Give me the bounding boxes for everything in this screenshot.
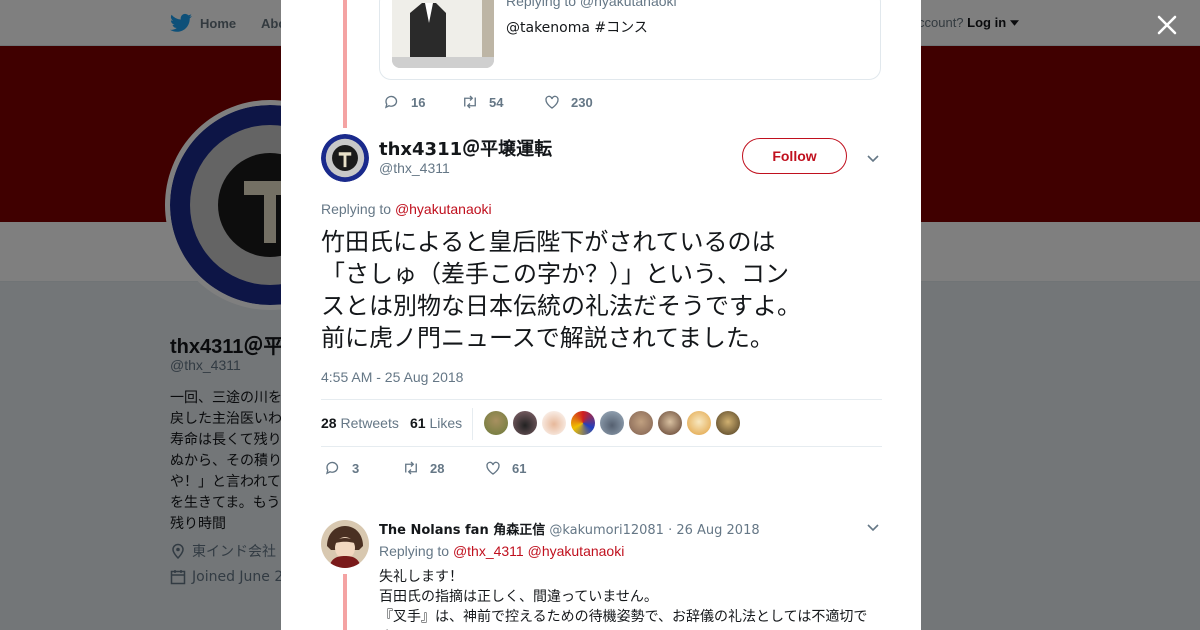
liker-avatar[interactable] — [716, 411, 740, 435]
thread-connector — [343, 0, 347, 128]
retweet-button[interactable]: 54 — [461, 93, 543, 111]
tweet-author-name[interactable]: thx4311＠平壌運転 — [379, 135, 552, 161]
like-stat-count: 61 — [410, 415, 426, 431]
anime-avatar-icon — [321, 520, 369, 568]
avatar[interactable] — [321, 134, 369, 182]
reply-text-line: 失礼します！ — [379, 569, 463, 585]
reply-count: 3 — [352, 460, 360, 476]
quoted-action-bar: 16 54 230 — [383, 93, 593, 111]
retweet-count: 28 — [430, 460, 445, 476]
tweet-author-handle[interactable]: @thx_4311 — [379, 160, 450, 176]
replying-prefix: Replying to — [379, 543, 450, 559]
liker-avatar[interactable] — [629, 411, 653, 435]
tweet-text-line: スとは別物な日本伝統の礼法だそうですよ。 — [321, 292, 801, 320]
replying-to-link[interactable]: @hyakutanaoki — [395, 201, 492, 217]
tweet-action-bar: 3 28 61 — [324, 459, 526, 477]
thread-connector — [343, 574, 347, 630]
reply-icon — [325, 461, 339, 475]
like-count: 230 — [571, 94, 593, 110]
quoted-tweet-image — [392, 0, 494, 68]
liker-avatar[interactable] — [484, 411, 508, 435]
liker-avatar[interactable] — [542, 411, 566, 435]
replying-to-link[interactable]: @hyakutanaoki — [528, 543, 625, 559]
reply-text-line: 百田氏の指摘は正しく、間違っていません。 — [379, 589, 658, 605]
divider — [472, 408, 473, 440]
reply-text-line: 『叉手』は、神前で控えるための待機姿勢で、お辞儀の礼法としては不適切で — [379, 609, 868, 625]
replying-prefix: Replying to — [321, 201, 392, 217]
like-button[interactable]: 61 — [484, 459, 526, 477]
tweet-text-line: 前に虎ノ門ニュースで解説されてました。 — [321, 324, 774, 352]
tweet-text-line: 「さしゅ（差手この字か？）」という、コン — [321, 260, 789, 288]
retweet-icon — [405, 461, 417, 475]
tweet-text-line: 竹田氏によると皇后陛下がされているのは — [321, 228, 776, 256]
liker-avatar[interactable] — [687, 411, 711, 435]
reply-button[interactable]: 16 — [383, 93, 461, 111]
tweet-timestamp[interactable]: 4:55 AM - 25 Aug 2018 — [321, 369, 463, 385]
retweet-icon — [464, 95, 476, 109]
follow-button[interactable]: Follow — [742, 138, 847, 174]
like-stat[interactable]: 61 Likes — [410, 415, 462, 431]
reply-handle-date: @kakumori12081 · 26 Aug 2018 — [549, 523, 760, 538]
liker-avatar[interactable] — [658, 411, 682, 435]
chevron-down-icon[interactable] — [866, 151, 880, 165]
like-icon — [486, 461, 500, 475]
reply-replying-to: Replying to @thx_4311 @hyakutanaoki — [379, 543, 624, 559]
liker-avatars — [484, 411, 740, 435]
tweet-text: 竹田氏によると皇后陛下がされているのは 「さしゅ（差手この字か？）」という、コン… — [321, 226, 891, 354]
liker-avatar[interactable] — [513, 411, 537, 435]
retweet-stat-label: Retweets — [340, 415, 399, 431]
liker-avatar[interactable] — [600, 411, 624, 435]
tweet-modal: Replying to @hyakutanaoki @takenoma #コンス… — [281, 0, 921, 630]
like-count: 61 — [512, 460, 527, 476]
like-icon — [545, 95, 559, 109]
retweet-stat-count: 28 — [321, 415, 337, 431]
retweet-stat[interactable]: 28 Retweets — [321, 415, 399, 431]
avatar[interactable] — [321, 520, 369, 568]
replying-to: Replying to @hyakutanaoki — [321, 201, 492, 217]
quoted-tweet-card[interactable]: Replying to @hyakutanaoki @takenoma #コンス — [379, 0, 881, 80]
reply-author[interactable]: The Nolans fan 角森正信 @kakumori12081 · 26 … — [379, 519, 760, 538]
tweet-stats: 28 Retweets 61 Likes — [321, 399, 882, 447]
close-icon[interactable] — [1154, 12, 1180, 38]
reply-count: 16 — [411, 94, 426, 110]
reply-button[interactable]: 3 — [324, 459, 402, 477]
like-stat-label: Likes — [429, 415, 463, 431]
like-button[interactable]: 230 — [543, 93, 593, 111]
reply-author-name: The Nolans fan 角森正信 — [379, 523, 546, 538]
reply-text: 失礼します！ 百田氏の指摘は正しく、間違っていません。 『叉手』は、神前で控える… — [379, 567, 867, 630]
liker-avatar[interactable] — [571, 411, 595, 435]
quoted-tweet-text: @takenoma #コンス — [506, 20, 648, 36]
reply-icon — [384, 95, 398, 109]
quoted-replying-to: Replying to @hyakutanaoki — [506, 0, 677, 9]
retweet-button[interactable]: 28 — [402, 459, 484, 477]
retweet-count: 54 — [489, 94, 504, 110]
chevron-down-icon[interactable] — [866, 520, 880, 534]
replying-to-link[interactable]: @thx_4311 — [453, 543, 524, 559]
gear-logo-icon — [321, 134, 369, 182]
